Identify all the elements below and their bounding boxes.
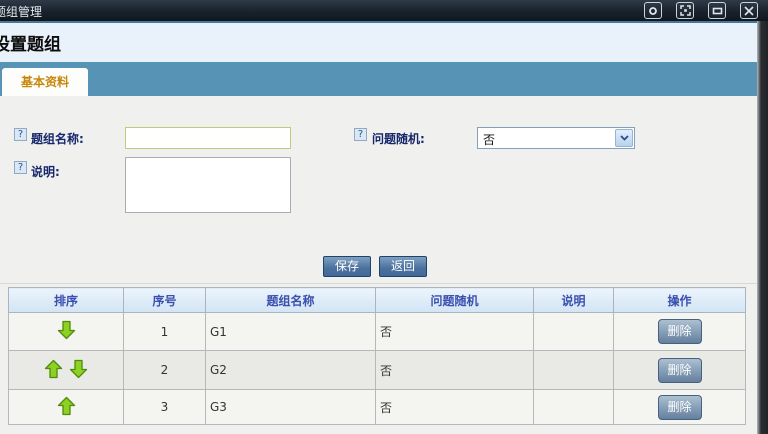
window-right-edge — [757, 21, 768, 434]
tab-basic-info[interactable]: 基本资料 — [2, 68, 88, 96]
sort-cell — [9, 351, 124, 390]
help-icon[interactable]: ? — [14, 128, 27, 141]
delete-button[interactable]: 删除 — [658, 395, 702, 420]
heading-area: 设置题组 — [0, 23, 757, 62]
description-textarea[interactable] — [125, 157, 291, 213]
table-header-row: 排序 序号 题组名称 问题随机 说明 操作 — [9, 288, 746, 313]
seq-cell: 2 — [124, 351, 206, 390]
delete-button[interactable]: 删除 — [658, 319, 702, 344]
tab-bar: 基本资料 — [0, 62, 757, 96]
col-header-sort: 排序 — [9, 288, 124, 313]
group-table: 排序 序号 题组名称 问题随机 说明 操作 1 G1 否 删除 — [8, 287, 746, 425]
random-select-value: 否 — [483, 131, 495, 148]
sort-cell — [9, 390, 124, 425]
description-label: 说明: — [31, 163, 60, 180]
restore-icon[interactable] — [708, 2, 726, 19]
delete-button[interactable]: 删除 — [658, 358, 702, 383]
window: 题组管理 设置题组 基本资料 ? 题组名称: — [0, 0, 768, 434]
help-icon[interactable]: ? — [14, 161, 27, 174]
help-icon[interactable]: ? — [354, 128, 367, 141]
name-cell: G3 — [206, 390, 376, 425]
random-label: 问题随机: — [372, 130, 425, 147]
window-title: 题组管理 — [0, 3, 42, 20]
col-header-action: 操作 — [614, 288, 746, 313]
col-header-seq: 序号 — [124, 288, 206, 313]
table-row: 1 G1 否 删除 — [9, 313, 746, 351]
desc-cell — [534, 390, 614, 425]
save-button[interactable]: 保存 — [323, 256, 371, 277]
action-cell: 删除 — [614, 351, 746, 390]
random-cell: 否 — [376, 351, 534, 390]
group-name-label: 题组名称: — [31, 130, 84, 147]
move-up-button[interactable] — [57, 396, 76, 419]
action-cell: 删除 — [614, 313, 746, 351]
move-down-button[interactable] — [69, 359, 88, 382]
chevron-down-icon[interactable] — [615, 129, 633, 147]
seq-cell: 1 — [124, 313, 206, 351]
random-cell: 否 — [376, 390, 534, 425]
capture-icon[interactable] — [644, 2, 662, 19]
name-cell: G2 — [206, 351, 376, 390]
col-header-name: 题组名称 — [206, 288, 376, 313]
close-icon[interactable] — [740, 2, 758, 19]
fullscreen-icon[interactable] — [676, 2, 694, 19]
move-up-button[interactable] — [44, 359, 63, 382]
col-header-random: 问题随机 — [376, 288, 534, 313]
window-titlebar: 题组管理 — [0, 0, 768, 21]
move-down-button[interactable] — [57, 320, 76, 343]
name-cell: G1 — [206, 313, 376, 351]
random-select[interactable]: 否 — [477, 127, 635, 149]
col-header-desc: 说明 — [534, 288, 614, 313]
table-row: 3 G3 否 删除 — [9, 390, 746, 425]
action-cell: 删除 — [614, 390, 746, 425]
section-divider — [0, 283, 757, 284]
window-controls — [644, 2, 758, 19]
group-name-input[interactable] — [125, 127, 291, 149]
sort-cell — [9, 313, 124, 351]
seq-cell: 3 — [124, 390, 206, 425]
desc-cell — [534, 313, 614, 351]
table-row: 2 G2 否 删除 — [9, 351, 746, 390]
random-cell: 否 — [376, 313, 534, 351]
back-button[interactable]: 返回 — [379, 256, 427, 277]
page-title: 设置题组 — [0, 23, 757, 55]
desc-cell — [534, 351, 614, 390]
